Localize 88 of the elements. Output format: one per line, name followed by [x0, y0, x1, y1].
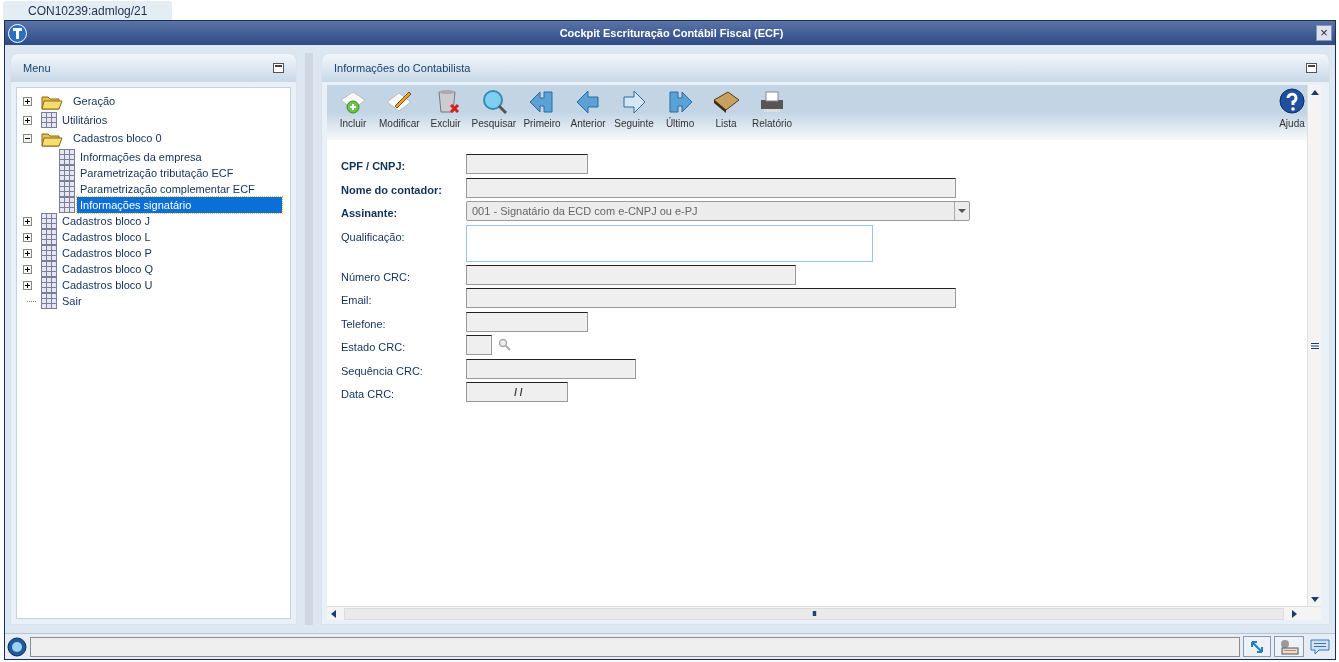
- field-label: Assinante:: [341, 206, 399, 221]
- input-field[interactable]: / /: [466, 382, 568, 402]
- tree-item[interactable]: Parametrização complementar ECF: [77, 181, 258, 197]
- expand-icon[interactable]: [23, 248, 32, 258]
- double-right-arrow-icon: [666, 88, 695, 116]
- field-label: Data CRC:: [341, 387, 396, 402]
- grid-icon: [41, 261, 57, 277]
- expand-icon[interactable]: [23, 280, 32, 290]
- grip-icon: [1310, 342, 1319, 349]
- expand-icon[interactable]: [23, 264, 32, 274]
- toolbar-button[interactable]: Lista: [706, 88, 747, 130]
- scroll-right-icon[interactable]: [1292, 609, 1297, 618]
- tree-item[interactable]: Geração: [70, 91, 119, 112]
- scroll-left-icon[interactable]: [331, 609, 336, 618]
- field-label: Telefone:: [341, 316, 387, 332]
- grid-icon: [41, 213, 57, 229]
- toolbar-button[interactable]: Modificar: [379, 88, 420, 130]
- keyboard-user-icon: [1279, 638, 1299, 655]
- grid-icon: [41, 293, 57, 309]
- tree-item[interactable]: Cadastros bloco U: [59, 277, 156, 293]
- grid-icon: [59, 197, 75, 213]
- grid-icon: [59, 181, 75, 197]
- dropdown[interactable]: 001 - Signatário da ECD com e-CNPJ ou e-PJ: [466, 201, 970, 221]
- grid-icon: [59, 165, 75, 181]
- keyboard-button[interactable]: [1274, 636, 1304, 657]
- input-field[interactable]: [466, 358, 636, 379]
- speech-bubble-icon: [1310, 638, 1330, 655]
- grid-icon: [41, 277, 57, 293]
- input-field[interactable]: [466, 288, 956, 308]
- field-label: Nome do contador:: [341, 182, 443, 198]
- tree-item[interactable]: Utilitários: [59, 112, 111, 128]
- chat-button[interactable]: [1307, 636, 1333, 657]
- help-icon: [1278, 88, 1306, 116]
- grid-icon: [41, 229, 57, 245]
- tree-item[interactable]: Sair: [59, 293, 85, 309]
- field-label: Qualificação:: [341, 229, 406, 245]
- collapse-icon[interactable]: [23, 134, 32, 143]
- input-field[interactable]: [466, 264, 796, 285]
- tree-item[interactable]: Cadastros bloco L: [59, 229, 154, 245]
- vertical-scrollbar[interactable]: [1307, 85, 1321, 606]
- panel-title: Informações do Contabilista: [334, 60, 472, 76]
- folder-icon: [41, 93, 63, 110]
- field-label: Estado CRC:: [341, 340, 407, 355]
- help-button[interactable]: Ajuda: [1278, 88, 1307, 130]
- input-field[interactable]: [466, 311, 588, 332]
- tree-item[interactable]: Informações da empresa: [77, 149, 205, 165]
- resize-button[interactable]: [1243, 636, 1271, 657]
- tree-item[interactable]: Informações signatário: [77, 197, 282, 213]
- tree-item[interactable]: Cadastros bloco Q: [59, 261, 157, 277]
- window-title: Cockpit Escrituração Contábil Fiscal (ECF): [558, 25, 785, 41]
- toolbar-button[interactable]: Seguinte: [614, 88, 655, 130]
- minimize-icon[interactable]: [273, 63, 284, 73]
- tree-item[interactable]: Cadastros bloco 0: [70, 128, 165, 149]
- dropdown-arrow-icon: [958, 209, 966, 213]
- input-field[interactable]: [466, 177, 956, 198]
- tree-item[interactable]: Parametrização tributação ECF: [77, 165, 237, 181]
- grid-icon: [41, 245, 57, 261]
- field-label: CPF / CNPJ:: [341, 159, 407, 174]
- input-field[interactable]: [466, 335, 492, 355]
- minimize-icon[interactable]: [1306, 63, 1317, 73]
- expand-icon[interactable]: [23, 232, 32, 242]
- input-field[interactable]: [466, 154, 588, 174]
- resize-arrows-icon: [1250, 639, 1264, 654]
- expand-icon[interactable]: [23, 216, 32, 226]
- tree-item[interactable]: Cadastros bloco J: [59, 213, 154, 229]
- toolbar-button[interactable]: Excluir: [425, 88, 466, 130]
- expand-icon[interactable]: [23, 97, 32, 106]
- expand-icon[interactable]: [23, 115, 32, 125]
- panel-title: Menu: [23, 60, 52, 76]
- app-logo-icon[interactable]: [7, 636, 27, 657]
- field-label: Sequência CRC:: [341, 363, 424, 379]
- toolbar-button[interactable]: Anterior: [568, 88, 609, 130]
- app-logo-icon: [8, 23, 27, 43]
- toolbar-button[interactable]: Último: [660, 88, 701, 130]
- grid-icon: [59, 149, 75, 165]
- tree-item[interactable]: Cadastros bloco P: [59, 245, 155, 261]
- toolbar-button[interactable]: Relatório: [752, 88, 793, 130]
- field-label: Email:: [341, 293, 373, 308]
- session-tab[interactable]: CON10239:admlog/21: [3, 1, 173, 20]
- field-label: Número CRC:: [341, 269, 412, 285]
- scroll-thumb-grip[interactable]: III: [812, 607, 816, 620]
- close-button[interactable]: ×: [1316, 25, 1332, 41]
- toolbar-button[interactable]: Primeiro: [522, 88, 563, 130]
- folder-icon: [41, 130, 63, 147]
- toolbar-button[interactable]: Pesquisar: [471, 88, 517, 130]
- toolbar-button[interactable]: Incluir: [333, 88, 373, 130]
- grid-icon: [41, 112, 57, 128]
- horizontal-scrollbar[interactable]: III: [327, 606, 1321, 620]
